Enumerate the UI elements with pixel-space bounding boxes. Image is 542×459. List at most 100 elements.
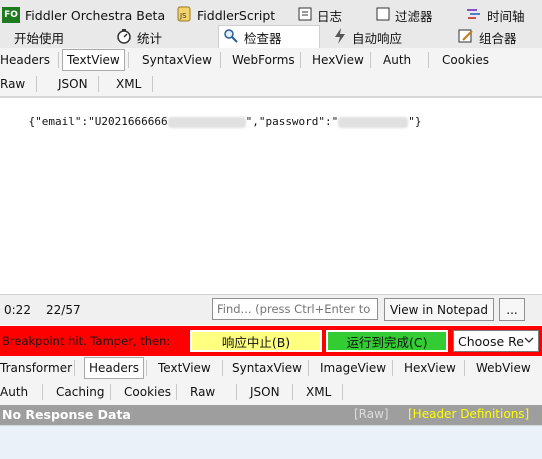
log-icon bbox=[298, 7, 312, 24]
tab-fiddlerscript[interactable]: JS FiddlerScript bbox=[176, 4, 275, 26]
tab-label: 过滤器 bbox=[395, 8, 433, 24]
tab-divider bbox=[36, 76, 37, 92]
abort-response-button[interactable]: 响应中止(B) bbox=[190, 330, 322, 352]
tab-divider bbox=[308, 360, 309, 376]
tab-label: Fiddler Orchestra Beta bbox=[25, 7, 166, 23]
no-response-data-title: No Response Data bbox=[2, 407, 131, 422]
resp-tab-json[interactable]: JSON bbox=[250, 382, 280, 402]
req-tab-json[interactable]: JSON bbox=[58, 74, 88, 94]
tab-divider bbox=[236, 384, 237, 400]
redacted-password bbox=[338, 116, 409, 128]
req-tab-webforms[interactable]: WebForms bbox=[232, 50, 295, 70]
lightning-icon bbox=[333, 27, 347, 47]
run-to-completion-button[interactable]: 运行到完成(C) bbox=[326, 330, 448, 352]
view-in-notepad-button[interactable]: View in Notepad bbox=[384, 298, 494, 321]
tab-divider bbox=[42, 384, 43, 400]
tab-divider bbox=[146, 360, 147, 376]
tab-label: 组合器 bbox=[479, 30, 517, 46]
tab-filters[interactable]: 过滤器 bbox=[376, 4, 433, 26]
chevron-down-icon bbox=[524, 334, 534, 349]
top-tab-strip: FO Fiddler Orchestra Beta JS FiddlerScri… bbox=[0, 0, 542, 49]
line-count: 22/57 bbox=[46, 303, 81, 317]
req-tab-hexview[interactable]: HexView bbox=[312, 50, 364, 70]
tab-statistics[interactable]: 统计 bbox=[116, 26, 162, 48]
tab-divider bbox=[176, 384, 177, 400]
resp-tab-hexview[interactable]: HexView bbox=[404, 358, 456, 378]
response-headers-band: No Response Data [Raw] [Header Definitio… bbox=[0, 405, 542, 425]
resp-tab-syntaxview[interactable]: SyntaxView bbox=[232, 358, 302, 378]
resp-tab-auth[interactable]: Auth bbox=[0, 382, 28, 402]
tab-divider bbox=[152, 76, 153, 92]
tab-divider bbox=[292, 384, 293, 400]
tab-fiddler-orchestra[interactable]: FO Fiddler Orchestra Beta bbox=[2, 4, 165, 26]
tab-divider bbox=[342, 384, 343, 400]
tab-label: 时间轴 bbox=[487, 8, 525, 24]
request-body-part2: ","password":" bbox=[245, 115, 339, 128]
resp-tab-headers[interactable]: Headers bbox=[84, 357, 144, 379]
tab-inspectors[interactable]: 检查器 bbox=[218, 25, 320, 48]
tab-divider bbox=[58, 52, 59, 68]
tab-get-started[interactable]: 开始使用 bbox=[14, 26, 64, 48]
textview-status-bar: 0:22 22/57 View in Notepad ... bbox=[0, 294, 542, 325]
tab-label: 开始使用 bbox=[14, 30, 65, 46]
more-options-button[interactable]: ... bbox=[499, 298, 525, 321]
checkbox-icon bbox=[376, 7, 390, 24]
tab-label: 检查器 bbox=[244, 30, 282, 46]
choose-response-value: Choose Re bbox=[458, 333, 524, 349]
timeline-icon bbox=[466, 7, 482, 24]
raw-link[interactable]: [Raw] bbox=[354, 407, 389, 421]
request-inspector-tabs: Headers TextView SyntaxView WebForms Hex… bbox=[0, 48, 542, 73]
req-tab-raw[interactable]: Raw bbox=[0, 74, 25, 94]
request-body-part1: {"email":"U2021666666 bbox=[28, 115, 168, 128]
tab-divider bbox=[128, 52, 129, 68]
req-tab-syntaxview[interactable]: SyntaxView bbox=[142, 50, 212, 70]
tab-divider bbox=[98, 76, 99, 92]
tab-label: FiddlerScript bbox=[197, 7, 276, 23]
choose-response-select[interactable]: Choose Re bbox=[453, 330, 539, 352]
req-tab-cookies[interactable]: Cookies bbox=[442, 50, 489, 70]
tab-timeline[interactable]: 时间轴 bbox=[466, 4, 525, 26]
redacted-email bbox=[167, 116, 246, 128]
script-icon: JS bbox=[176, 6, 192, 25]
req-tab-headers[interactable]: Headers bbox=[0, 50, 50, 70]
fiddler-orchestra-logo-icon: FO bbox=[2, 7, 20, 23]
resp-tab-webview[interactable]: WebView bbox=[476, 358, 531, 378]
response-headers-area bbox=[0, 425, 542, 459]
cursor-position: 0:22 bbox=[4, 303, 31, 317]
tab-divider bbox=[392, 360, 393, 376]
resp-tab-raw[interactable]: Raw bbox=[190, 382, 215, 402]
req-tab-xml[interactable]: XML bbox=[116, 74, 141, 94]
tab-label: 统计 bbox=[137, 30, 163, 46]
request-inspector-tabs-row2: Raw JSON XML bbox=[0, 72, 542, 97]
resp-tab-xml[interactable]: XML bbox=[306, 382, 331, 402]
request-body-part3: "} bbox=[408, 115, 422, 128]
tab-divider bbox=[464, 360, 465, 376]
request-body-text[interactable]: {"email":"U2021666666 ","password":" "} bbox=[2, 102, 422, 141]
compose-icon bbox=[458, 28, 474, 47]
tab-divider bbox=[370, 52, 371, 68]
inspect-icon bbox=[223, 28, 239, 47]
resp-tab-imageview[interactable]: ImageView bbox=[320, 358, 386, 378]
resp-tab-cookies[interactable]: Cookies bbox=[124, 382, 171, 402]
req-tab-textview[interactable]: TextView bbox=[62, 49, 125, 71]
resp-tab-transformer[interactable]: Transformer bbox=[0, 358, 72, 378]
tab-label: 自动响应 bbox=[352, 30, 403, 46]
tab-divider bbox=[74, 360, 75, 376]
resp-tab-caching[interactable]: Caching bbox=[56, 382, 105, 402]
request-body-textview[interactable]: {"email":"U2021666666 ","password":" "} bbox=[0, 97, 542, 294]
breakpoint-message: Breakpoint hit. Tamper, then: bbox=[2, 334, 171, 348]
req-tab-auth[interactable]: Auth bbox=[383, 50, 411, 70]
tab-composer[interactable]: 组合器 bbox=[458, 26, 517, 48]
tab-divider bbox=[220, 52, 221, 68]
tab-divider bbox=[300, 52, 301, 68]
tab-log[interactable]: 日志 bbox=[298, 4, 342, 26]
breakpoint-bar: Breakpoint hit. Tamper, then: 响应中止(B) 运行… bbox=[0, 326, 542, 356]
header-definitions-link[interactable]: [Header Definitions] bbox=[408, 407, 529, 421]
tab-divider bbox=[222, 360, 223, 376]
response-inspector-tabs-row2: Auth Caching Cookies Raw JSON XML bbox=[0, 380, 542, 406]
tab-autoresponder[interactable]: 自动响应 bbox=[333, 26, 402, 48]
tab-label: 日志 bbox=[317, 8, 343, 24]
tab-divider bbox=[428, 52, 429, 68]
find-input[interactable] bbox=[212, 298, 378, 320]
resp-tab-textview[interactable]: TextView bbox=[158, 358, 211, 378]
